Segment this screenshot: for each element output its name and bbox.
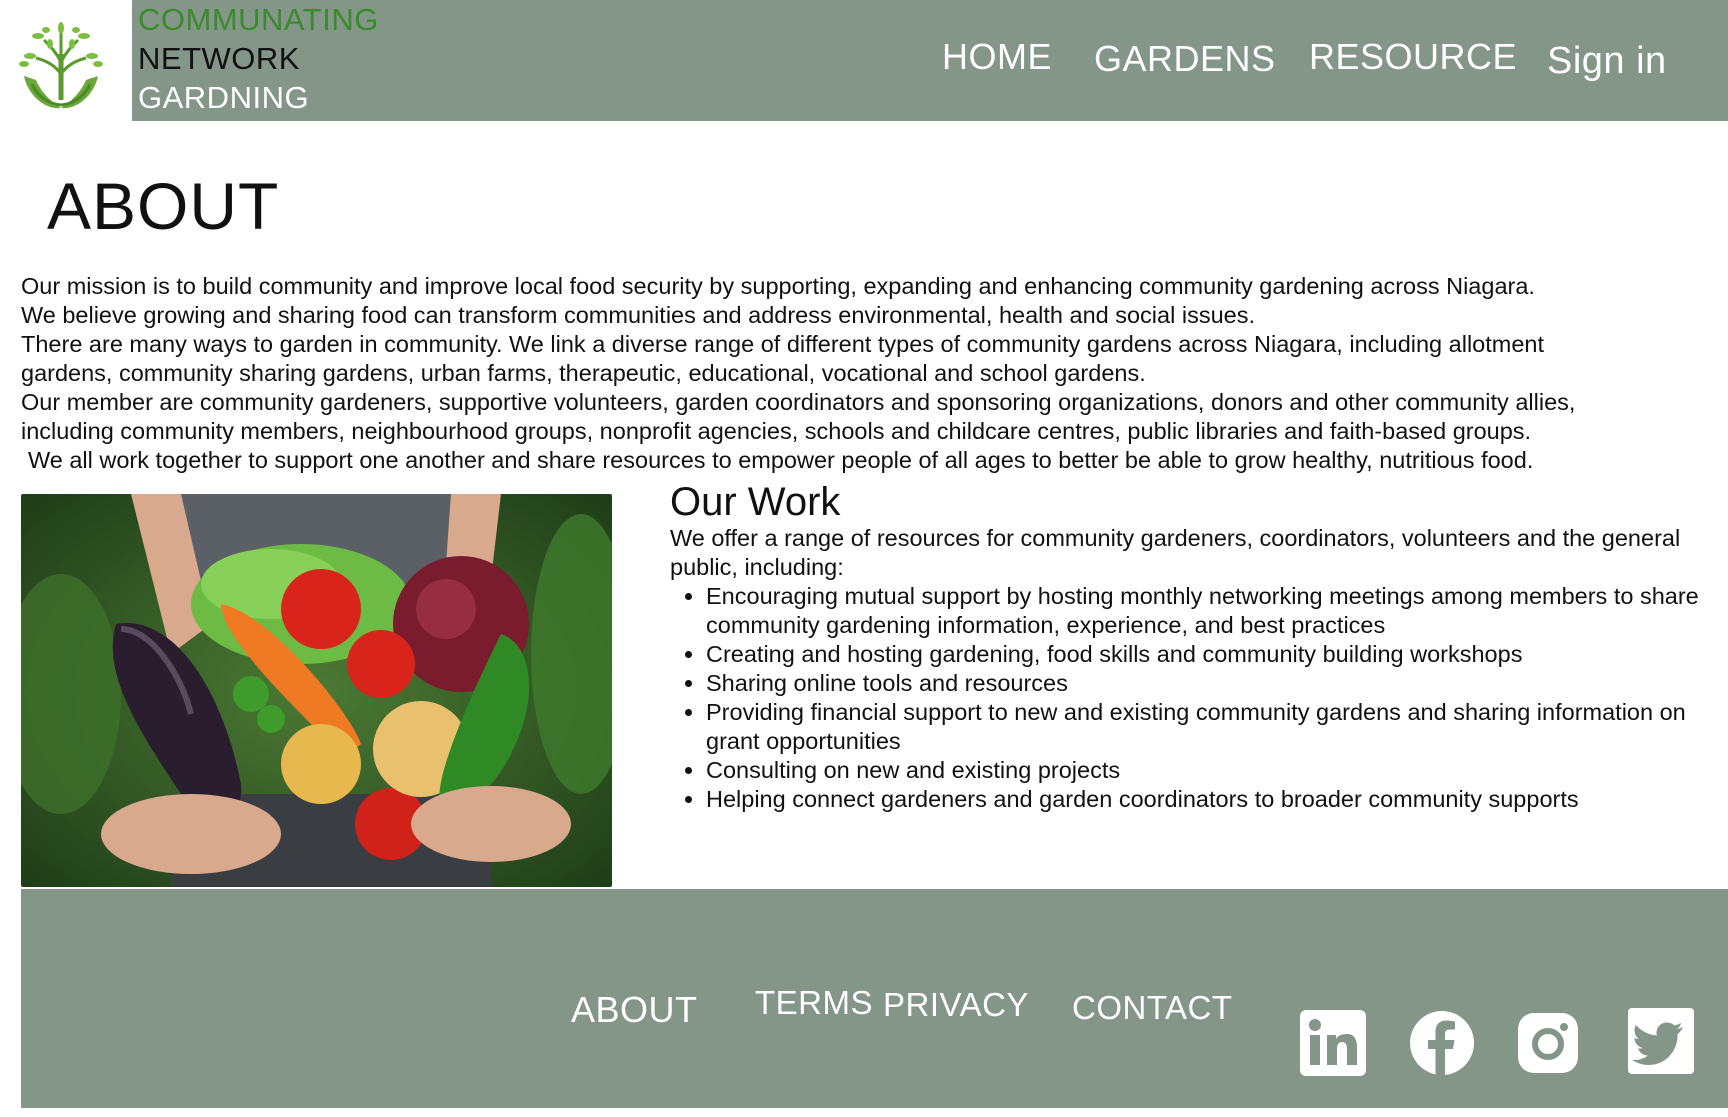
mission-line: There are many ways to garden in communi… xyxy=(21,331,1545,357)
footer-contact-link[interactable]: CONTACT xyxy=(1072,989,1233,1027)
tree-hands-logo-icon[interactable] xyxy=(6,14,116,114)
mission-line: including community members, neighbourho… xyxy=(21,418,1532,444)
nav-gardens[interactable]: GARDENS xyxy=(1094,38,1276,80)
footer-privacy-link[interactable]: PRIVACY xyxy=(883,986,1029,1024)
brand-line-1: COMMUNATING xyxy=(138,2,379,37)
our-work-section: Our Work We offer a range of resources f… xyxy=(670,480,1720,814)
facebook-icon[interactable] xyxy=(1408,1009,1476,1077)
list-item: Consulting on new and existing projects xyxy=(706,756,1720,785)
site-header: COMMUNATING NETWORK GARDNING HOME GARDEN… xyxy=(0,0,1728,121)
mission-line: gardens, community sharing gardens, urba… xyxy=(21,360,1146,386)
brand-line-3: GARDNING xyxy=(138,80,310,115)
nav-resource[interactable]: RESOURCE xyxy=(1309,36,1517,78)
brand-name[interactable]: COMMUNATING NETWORK GARDNING xyxy=(138,0,379,117)
vegetables-photo xyxy=(21,494,612,887)
list-item: Sharing online tools and resources xyxy=(706,669,1720,698)
instagram-icon[interactable] xyxy=(1514,1009,1582,1077)
mission-line: Our mission is to build community and im… xyxy=(21,273,1535,299)
site-footer: ABOUT TERMS PRIVACY CONTACT xyxy=(21,889,1728,1108)
our-work-title: Our Work xyxy=(670,480,841,524)
mission-text: Our mission is to build community and im… xyxy=(21,272,1726,475)
list-item: Providing financial support to new and e… xyxy=(706,698,1720,756)
mission-line: We all work together to support one anot… xyxy=(28,447,1534,473)
sign-in-link[interactable]: Sign in xyxy=(1547,40,1667,83)
twitter-icon[interactable] xyxy=(1627,1007,1695,1075)
nav-home[interactable]: HOME xyxy=(942,36,1052,78)
brand-line-2: NETWORK xyxy=(138,41,300,76)
list-item: Helping connect gardeners and garden coo… xyxy=(706,785,1720,814)
mission-line: We believe growing and sharing food can … xyxy=(21,302,1255,328)
our-work-intro: We offer a range of resources for commun… xyxy=(670,525,1681,580)
mission-line: Our member are community gardeners, supp… xyxy=(21,389,1576,415)
footer-about-link[interactable]: ABOUT xyxy=(571,989,698,1031)
linkedin-icon[interactable] xyxy=(1299,1009,1367,1077)
footer-terms-link[interactable]: TERMS xyxy=(755,984,873,1022)
page-title: ABOUT xyxy=(47,169,280,243)
our-work-list: Encouraging mutual support by hosting mo… xyxy=(670,582,1720,814)
list-item: Encouraging mutual support by hosting mo… xyxy=(706,582,1720,640)
list-item: Creating and hosting gardening, food ski… xyxy=(706,640,1720,669)
